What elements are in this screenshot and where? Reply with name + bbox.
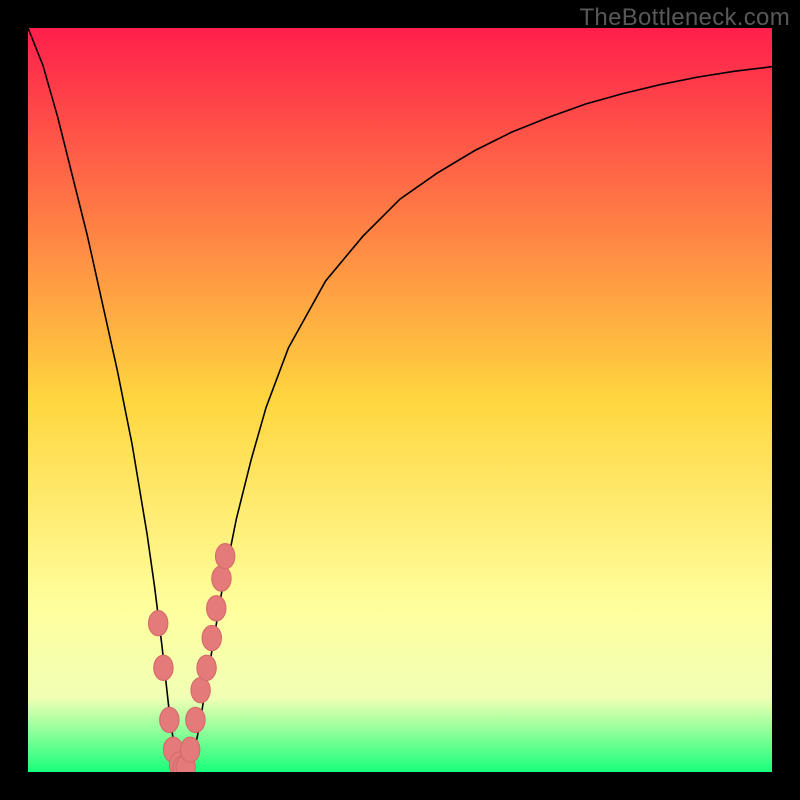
data-marker: [202, 625, 221, 650]
data-marker: [160, 707, 179, 732]
bottleneck-curve-chart: [28, 28, 772, 772]
data-marker: [149, 611, 168, 636]
gradient-background: [28, 28, 772, 772]
data-marker: [186, 707, 205, 732]
data-marker: [212, 566, 231, 591]
data-marker: [197, 655, 216, 680]
data-marker: [207, 596, 226, 621]
data-marker: [181, 737, 200, 762]
plot-area: [28, 28, 772, 772]
data-marker: [215, 544, 234, 569]
chart-frame: TheBottleneck.com: [0, 0, 800, 800]
data-marker: [191, 678, 210, 703]
data-marker: [154, 655, 173, 680]
